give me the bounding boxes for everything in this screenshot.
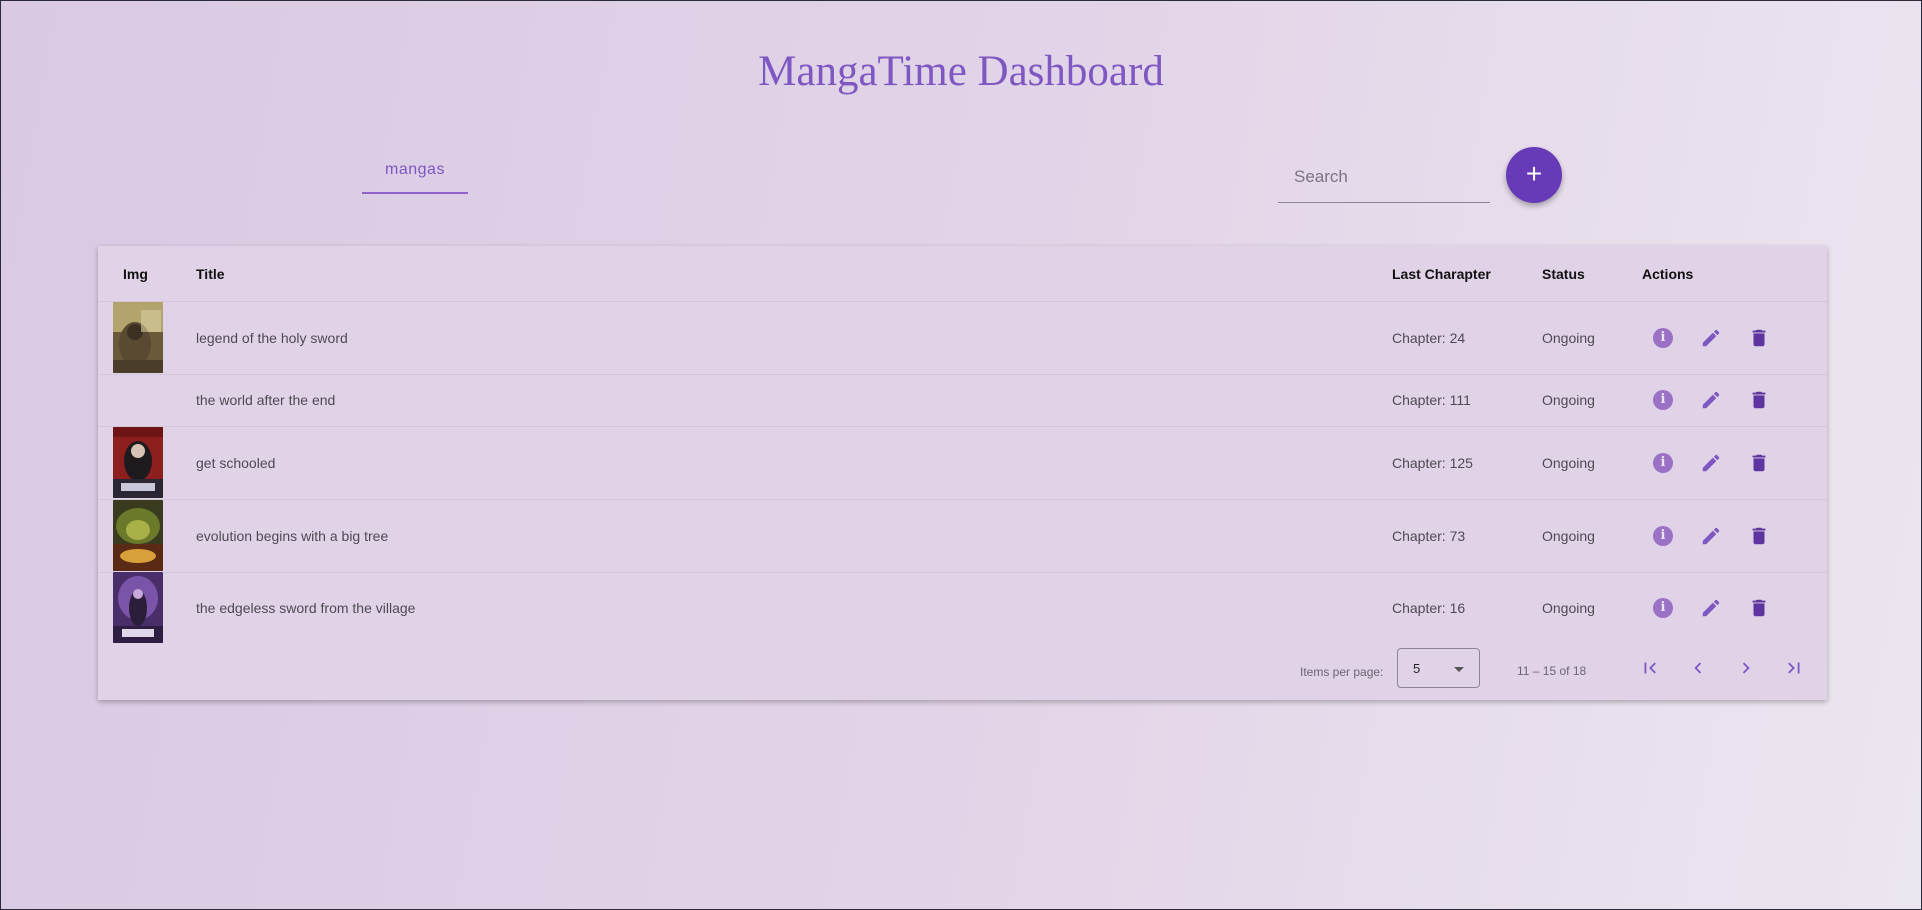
delete-button[interactable] [1748,597,1770,619]
tab-mangas[interactable]: mangas [362,147,468,194]
table-row: the edgeless sword from the village Chap… [98,572,1827,643]
edit-button[interactable] [1700,452,1722,474]
dropdown-caret-icon [1454,667,1464,672]
pencil-icon [1702,329,1720,346]
search-field[interactable] [1278,151,1490,203]
column-header-actions: Actions [1642,265,1694,282]
trash-icon [1752,454,1766,471]
paginator: Items per page: 5 11 – 15 of 18 [98,643,1827,700]
edit-button[interactable] [1700,597,1722,619]
table-row: legend of the holy sword Chapter: 24 Ong… [98,301,1827,375]
table-header-row: Img Title Last Charapter Status Actions [98,246,1827,302]
page-range-label: 11 – 15 of 18 [1517,664,1587,678]
manga-status: Ongoing [1542,454,1595,471]
trash-icon [1752,391,1766,409]
info-button[interactable]: i [1652,597,1674,619]
search-input[interactable] [1278,151,1490,202]
table-row: the world after the end Chapter: 111 Ong… [98,374,1827,427]
manga-cover-image [113,302,163,373]
manga-table: Img Title Last Charapter Status Actions … [98,246,1827,700]
manga-status: Ongoing [1542,527,1595,544]
manga-status: Ongoing [1542,599,1595,616]
info-icon: i [1653,452,1673,473]
items-per-page-select[interactable]: 5 [1397,648,1480,688]
trash-icon [1752,329,1766,346]
manga-status: Ongoing [1542,329,1595,346]
info-button[interactable]: i [1652,452,1674,474]
pencil-icon [1702,599,1720,616]
info-icon: i [1653,597,1673,618]
delete-button[interactable] [1748,389,1770,411]
delete-button[interactable] [1748,327,1770,349]
manga-title: the world after the end [196,392,336,408]
table-row: get schooled Chapter: 125 Ongoing i [98,426,1827,500]
manga-last-chapter: Chapter: 73 [1392,527,1466,544]
manga-last-chapter: Chapter: 125 [1392,454,1473,471]
manga-last-chapter: Chapter: 111 [1392,392,1471,408]
info-icon: i [1653,390,1673,410]
edit-button[interactable] [1700,327,1722,349]
edit-button[interactable] [1700,389,1722,411]
manga-cover-image [113,427,163,498]
first-page-icon [1644,662,1656,674]
add-manga-button[interactable]: + [1506,147,1562,203]
chevron-right-icon [1742,662,1750,674]
info-button[interactable]: i [1652,389,1674,411]
column-header-status: Status [1542,265,1585,282]
column-header-title: Title [196,265,225,282]
manga-cover-image [113,572,163,643]
page-title: MangaTime Dashboard [758,48,1164,95]
pencil-icon [1702,454,1720,471]
next-page-button[interactable] [1734,656,1758,680]
info-button[interactable]: i [1652,525,1674,547]
first-page-button[interactable] [1638,656,1662,680]
last-page-icon [1788,662,1800,674]
chevron-left-icon [1694,662,1702,674]
delete-button[interactable] [1748,452,1770,474]
pencil-icon [1702,527,1720,544]
info-button[interactable]: i [1652,327,1674,349]
manga-title: legend of the holy sword [196,329,348,346]
items-per-page-value: 5 [1413,661,1421,676]
edit-button[interactable] [1700,525,1722,547]
table-row: evolution begins with a big tree Chapter… [98,499,1827,573]
trash-icon [1752,599,1766,616]
manga-status: Ongoing [1542,392,1595,408]
manga-title: evolution begins with a big tree [196,527,389,544]
manga-last-chapter: Chapter: 16 [1392,599,1466,616]
info-icon: i [1653,525,1673,546]
items-per-page-label: Items per page: [1300,665,1384,679]
last-page-button[interactable] [1782,656,1806,680]
column-header-img: Img [123,265,148,282]
info-icon: i [1653,327,1673,348]
column-header-last-chapter: Last Charapter [1392,265,1491,282]
manga-cover-image [113,500,163,571]
manga-title: get schooled [196,454,276,471]
delete-button[interactable] [1748,525,1770,547]
manga-title: the edgeless sword from the village [196,599,416,616]
pencil-icon [1702,391,1720,409]
previous-page-button[interactable] [1686,656,1710,680]
trash-icon [1752,527,1766,544]
manga-last-chapter: Chapter: 24 [1392,329,1466,346]
